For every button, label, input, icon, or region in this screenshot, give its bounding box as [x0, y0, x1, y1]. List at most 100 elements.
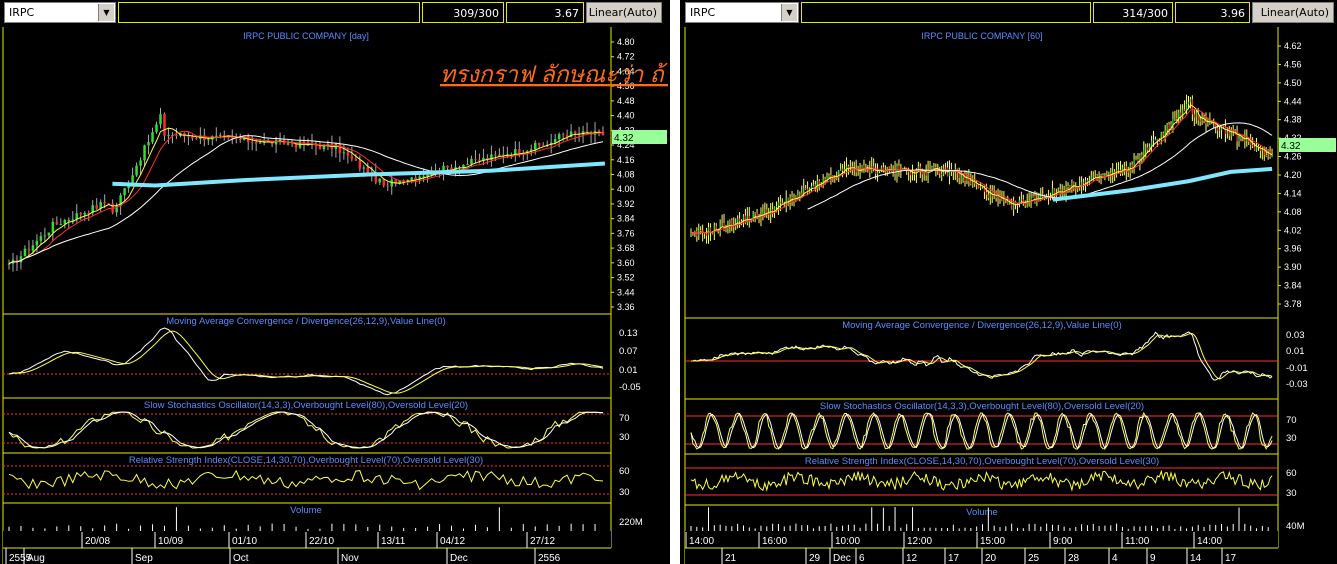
candle-body	[1081, 182, 1083, 186]
price-tick-label: 4.08	[617, 170, 635, 180]
candle-body	[187, 136, 190, 138]
candle-body	[913, 173, 916, 175]
date-label-top: 15:00	[980, 536, 1005, 547]
candle-body	[1152, 139, 1155, 141]
candle-body	[67, 219, 71, 221]
price-tick-label: 3.60	[617, 258, 635, 268]
candle-body	[1020, 199, 1022, 201]
candle-body	[1236, 133, 1238, 142]
price-tick-label: 4.80	[617, 37, 635, 47]
candle-body	[338, 143, 342, 154]
candle-body	[1094, 175, 1096, 177]
candle-body	[1032, 195, 1034, 198]
candle-body	[83, 212, 86, 215]
candle-body	[1252, 145, 1254, 147]
date-label-top: 14:00	[1197, 536, 1222, 547]
candle-body	[155, 124, 158, 133]
candle-body	[1137, 159, 1139, 162]
date-label-top: 20/08	[85, 536, 110, 547]
candle-body	[1084, 180, 1087, 183]
date-label-top: 10:00	[835, 536, 860, 547]
candle-body	[71, 219, 75, 221]
candle-body	[713, 225, 715, 234]
candle-body	[1228, 131, 1230, 136]
date-label-bottom: 17	[948, 553, 960, 564]
candle-body	[59, 224, 63, 226]
price-tick-label: 4.02	[1284, 225, 1302, 235]
candle-body	[709, 227, 712, 233]
candle-body	[1201, 118, 1203, 121]
candle-body	[1150, 140, 1153, 147]
candle-body	[1253, 146, 1256, 151]
price-tick-label: 4.62	[1284, 41, 1302, 51]
candle-body	[826, 177, 828, 180]
indicator-tick-label: 60	[1286, 468, 1297, 479]
candle-body	[139, 160, 142, 166]
candle-body	[498, 154, 501, 156]
candle-body	[987, 194, 989, 198]
price-tick-label: 4.50	[1284, 78, 1302, 88]
indicator-tick-label: 30	[1286, 488, 1297, 499]
window-splitter[interactable]	[670, 0, 680, 564]
date-label-top: 11:00	[1125, 536, 1150, 547]
price-panel-title: IRPC PUBLIC COMPANY [60]	[921, 31, 1042, 41]
candle-body	[254, 142, 258, 144]
price-tick-label: 4.40	[617, 111, 635, 121]
candle-body	[537, 142, 541, 146]
candle-body	[898, 165, 900, 172]
candle-body	[731, 220, 733, 225]
candle-body	[700, 230, 702, 232]
rsi-line	[8, 469, 604, 491]
candle-body	[1166, 124, 1168, 130]
candle-body	[1110, 172, 1112, 175]
candle-body	[191, 136, 194, 139]
candle-body	[346, 152, 350, 156]
price-panel-title: IRPC PUBLIC COMPANY [day]	[243, 31, 369, 41]
candle-body	[1168, 124, 1170, 130]
candle-body	[362, 167, 366, 169]
candle-body	[944, 167, 947, 169]
ma-short-line	[8, 127, 604, 265]
candle-body	[151, 132, 154, 143]
candle-body	[764, 209, 766, 212]
candle-body	[51, 221, 55, 233]
candle-body	[1077, 188, 1079, 190]
date-label-top: 12:00	[907, 536, 932, 547]
price-tick-label: 3.90	[1284, 262, 1302, 272]
indicator-tick-label: 220M	[619, 517, 643, 528]
candle-body	[715, 225, 717, 230]
indicator-tick-label: -0.03	[1286, 379, 1308, 390]
stochastic-d-line	[690, 412, 1273, 450]
candle-body	[386, 185, 389, 187]
candle-body	[163, 114, 166, 136]
candle-body	[1090, 176, 1092, 180]
date-label-bottom: Nov	[341, 553, 359, 564]
date-label-bottom: 21	[725, 553, 737, 564]
date-label-bottom: 29	[809, 553, 821, 564]
left-chart-canvas[interactable]: IRPC PUBLIC COMPANY [day] Moving Average …	[0, 0, 668, 564]
macd-line	[8, 327, 604, 396]
candle-body	[478, 159, 481, 161]
candle-body	[917, 166, 919, 170]
candle-body	[931, 167, 933, 169]
date-label-bottom: Aug	[27, 553, 45, 564]
volume-title: Volume	[966, 507, 998, 518]
right-chart-canvas[interactable]: IRPC PUBLIC COMPANY [60] Moving Average C…	[682, 0, 1337, 564]
candle-body	[777, 201, 780, 206]
candle-body	[840, 168, 842, 171]
candle-body	[1265, 154, 1267, 157]
candle-body	[1172, 119, 1174, 125]
candle-body	[147, 142, 150, 146]
indicator-tick-label: 0.13	[619, 328, 638, 339]
candle-body	[979, 186, 982, 188]
macd-title: Moving Average Convergence / Divergence(…	[842, 320, 1122, 331]
candle-body	[1082, 182, 1085, 184]
indicator-tick-label: 70	[619, 413, 630, 424]
price-tick-label: 3.92	[617, 199, 635, 209]
date-label-bottom: 2556	[538, 553, 561, 564]
candle-body	[518, 148, 521, 154]
price-tick-label: 4.44	[1284, 96, 1302, 106]
indicator-tick-label: -0.01	[1286, 363, 1308, 374]
candle-body	[933, 166, 935, 168]
candle-body	[95, 205, 98, 209]
